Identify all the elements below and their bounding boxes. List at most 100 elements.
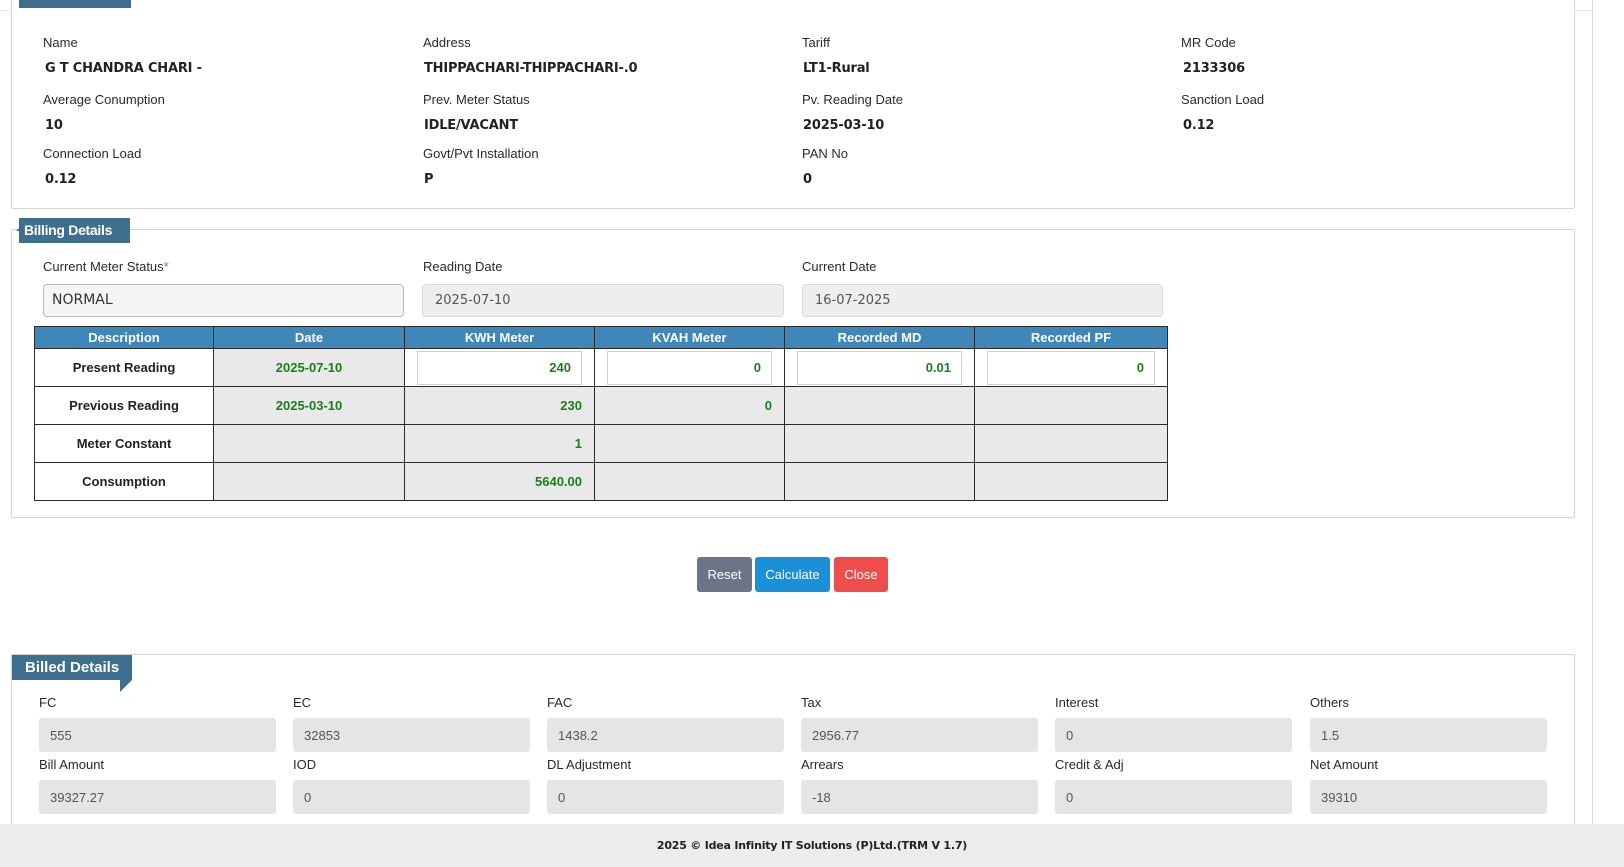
consumption-kvah [594, 462, 785, 501]
net-amount-field[interactable]: 39310 [1310, 780, 1547, 814]
present-kvah-input[interactable]: 0 [607, 350, 772, 385]
current-meter-status-label: Current Meter Status* [43, 259, 169, 274]
fac-field[interactable]: 1438.2 [547, 718, 784, 752]
table-row-consumption: Consumption 5640.00 [34, 462, 1168, 501]
meter-constant-pf [974, 424, 1168, 463]
others-label: Others [1310, 695, 1350, 710]
previous-reading-date: 2025-03-10 [213, 386, 405, 425]
bill-amount-field[interactable]: 39327.27 [39, 780, 276, 814]
sanction-load-value: 0.12 [1183, 118, 1215, 133]
prev-meter-status-label: Prev. Meter Status [423, 92, 530, 107]
net-amount-label: Net Amount [1310, 757, 1378, 772]
billed-details-legend: Billed Details [12, 655, 132, 680]
table-row-previous-reading: Previous Reading 2025-03-10 230 0 [34, 386, 1168, 425]
reading-date-input[interactable]: 2025-07-10 [422, 284, 784, 317]
consumption-desc: Consumption [34, 462, 214, 501]
average-consumption-value: 10 [45, 118, 63, 133]
reading-date-label: Reading Date [423, 259, 503, 274]
table-row-present-reading: Present Reading 2025-07-10 240 0 0.01 0 [34, 348, 1168, 387]
dl-adjustment-label: DL Adjustment [547, 757, 632, 772]
meter-constant-kvah [594, 424, 785, 463]
mr-code-value: 2133306 [1183, 61, 1245, 76]
consumption-pf [974, 462, 1168, 501]
current-date-label: Current Date [802, 259, 877, 274]
arrears-field[interactable]: -18 [801, 780, 1038, 814]
previous-pf [974, 386, 1168, 425]
address-label: Address [423, 35, 471, 50]
credit-adj-label: Credit & Adj [1055, 757, 1124, 772]
prev-reading-date-label: Pv. Reading Date [802, 92, 903, 107]
billing-details-legend: Billing Details [19, 218, 130, 243]
present-md-input[interactable]: 0.01 [797, 350, 962, 385]
name-label: Name [43, 35, 78, 50]
meter-constant-desc: Meter Constant [34, 424, 214, 463]
credit-adj-field[interactable]: 0 [1055, 780, 1292, 814]
current-meter-status-label-text: Current Meter Status [43, 259, 164, 274]
previous-md [784, 386, 975, 425]
header-description: Description [34, 326, 214, 349]
sanction-load-label: Sanction Load [1181, 92, 1265, 107]
present-pf-cell: 0 [974, 348, 1168, 387]
close-button[interactable]: Close [834, 557, 888, 592]
dl-adjustment-field[interactable]: 0 [547, 780, 784, 814]
tax-label: Tax [801, 695, 822, 710]
meter-constant-date [213, 424, 405, 463]
iod-field[interactable]: 0 [293, 780, 530, 814]
pan-no-value: 0 [803, 172, 812, 187]
present-pf-input[interactable]: 0 [987, 350, 1155, 385]
consumer-details-panel [11, 0, 1575, 209]
current-meter-status-select[interactable]: NORMAL [43, 284, 404, 317]
installation-type-label: Govt/Pvt Installation [423, 146, 539, 161]
name-value: G T CHANDRA CHARI - [45, 61, 202, 76]
ec-field[interactable]: 32853 [293, 718, 530, 752]
present-md-cell: 0.01 [784, 348, 975, 387]
present-reading-date: 2025-07-10 [213, 348, 405, 387]
connection-load-label: Connection Load [43, 146, 142, 161]
mr-code-label: MR Code [1181, 35, 1236, 50]
table-header-row: Description Date KWH Meter KVAH Meter Re… [34, 326, 1168, 349]
meter-readings-table: Description Date KWH Meter KVAH Meter Re… [34, 326, 1168, 501]
arrears-label: Arrears [801, 757, 844, 772]
consumption-date [213, 462, 405, 501]
header-recorded-pf: Recorded PF [974, 326, 1168, 349]
consumption-md [784, 462, 975, 501]
interest-label: Interest [1055, 695, 1099, 710]
fac-label: FAC [547, 695, 573, 710]
header-kvah-meter: KVAH Meter [594, 326, 785, 349]
header-recorded-md: Recorded MD [784, 326, 975, 349]
interest-field[interactable]: 0 [1055, 718, 1292, 752]
table-row-meter-constant: Meter Constant 1 [34, 424, 1168, 463]
required-mark: * [163, 259, 169, 274]
iod-label: IOD [293, 757, 317, 772]
others-field[interactable]: 1.5 [1310, 718, 1547, 752]
previous-reading-desc: Previous Reading [34, 386, 214, 425]
tax-field[interactable]: 2956.77 [801, 718, 1038, 752]
address-value: THIPPACHARI-THIPPACHARI-.0 [424, 61, 638, 76]
ec-label: EC [293, 695, 312, 710]
footer-copyright: 2025 © Idea Infinity IT Solutions (P)Ltd… [0, 824, 1624, 867]
tariff-value: LT1-Rural [803, 61, 870, 76]
meter-constant-kwh: 1 [404, 424, 595, 463]
calculate-button[interactable]: Calculate [755, 557, 830, 592]
billed-legend-corner [120, 680, 132, 692]
average-consumption-label: Average Conumption [43, 92, 165, 107]
header-kwh-meter: KWH Meter [404, 326, 595, 349]
present-reading-desc: Present Reading [34, 348, 214, 387]
reset-button[interactable]: Reset [697, 557, 752, 592]
tariff-label: Tariff [802, 35, 830, 50]
meter-constant-md [784, 424, 975, 463]
bill-amount-label: Bill Amount [39, 757, 105, 772]
prev-reading-date-value: 2025-03-10 [803, 118, 885, 133]
prev-meter-status-value: IDLE/VACANT [424, 118, 518, 133]
present-kwh-input[interactable]: 240 [417, 350, 582, 385]
scrollbar-track-divider [1592, 0, 1593, 824]
consumer-details-legend [19, 0, 131, 8]
consumption-kwh: 5640.00 [404, 462, 595, 501]
header-date: Date [213, 326, 405, 349]
previous-kwh: 230 [404, 386, 595, 425]
fc-field[interactable]: 555 [39, 718, 276, 752]
present-kwh-cell: 240 [404, 348, 595, 387]
current-date-input[interactable]: 16-07-2025 [802, 284, 1163, 317]
fc-label: FC [39, 695, 57, 710]
previous-kvah: 0 [594, 386, 785, 425]
